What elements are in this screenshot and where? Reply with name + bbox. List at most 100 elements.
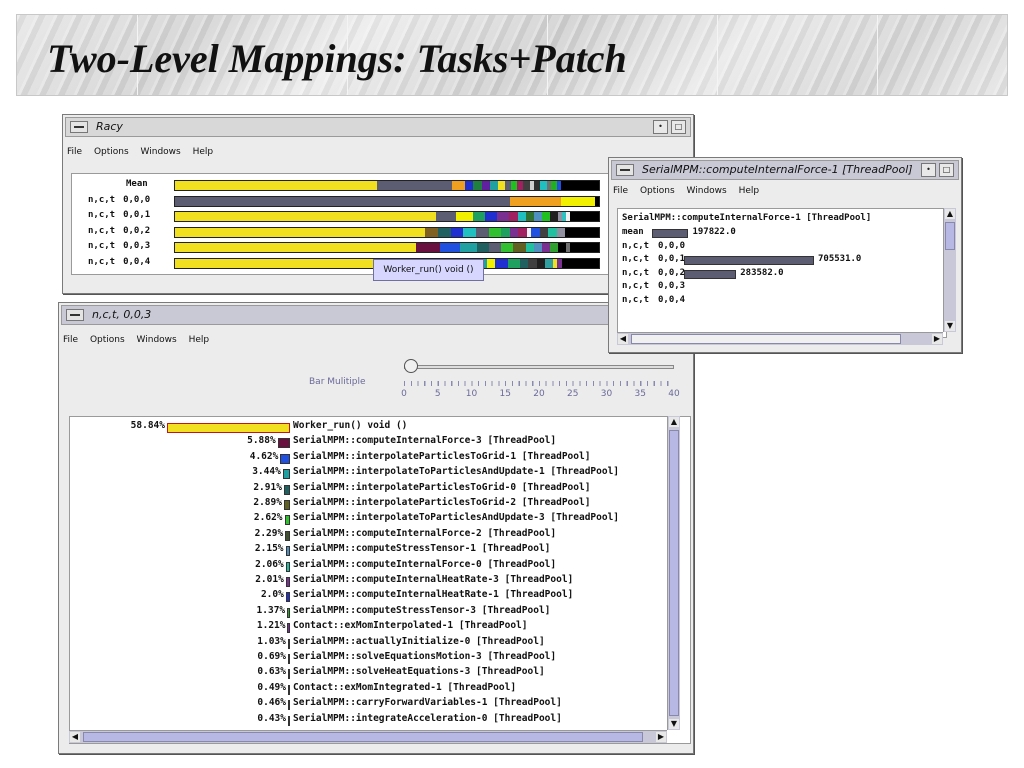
scroll-down-icon[interactable]: ▼	[945, 321, 955, 331]
menu-help[interactable]: Help	[193, 147, 214, 157]
maximize-icon[interactable]: □	[671, 120, 686, 134]
bar-segment[interactable]	[518, 227, 527, 237]
table-row[interactable]: 2.29% SerialMPM::computeInternalForce-2 […	[70, 528, 670, 543]
thread-titlebar[interactable]: n,c,t, 0,0,3	[61, 305, 691, 325]
row-bar[interactable]	[282, 469, 290, 480]
bar-segment[interactable]	[528, 258, 537, 268]
function-row[interactable]: n,c,t 0,0,3	[622, 281, 942, 294]
table-row[interactable]: 4.62% SerialMPM::interpolateParticlesToGr…	[70, 451, 670, 466]
bar-segment[interactable]	[536, 258, 545, 268]
row-bar[interactable]	[287, 638, 290, 649]
row-bar[interactable]	[284, 515, 290, 526]
bar-segment[interactable]	[570, 243, 599, 252]
row-bar[interactable]	[283, 484, 290, 495]
bar-segment[interactable]	[501, 243, 514, 252]
bar-segment[interactable]	[489, 181, 499, 190]
table-row[interactable]: 2.01% SerialMPM::computeInternalHeatRate-…	[70, 574, 670, 589]
bar-segment[interactable]	[440, 243, 461, 252]
bar-segment[interactable]	[507, 258, 521, 268]
bar-segment[interactable]	[539, 227, 549, 237]
scroll-thumb[interactable]	[945, 222, 955, 250]
bar-segment[interactable]	[472, 212, 485, 221]
bar-segment[interactable]	[452, 181, 465, 190]
bar-segment[interactable]	[531, 227, 540, 237]
bar-segment[interactable]	[541, 212, 551, 221]
row-bar[interactable]	[288, 669, 290, 680]
function-row[interactable]: n,c,t 0,0,0	[622, 241, 942, 254]
bar-segment[interactable]	[488, 243, 502, 252]
bar-segment[interactable]	[533, 243, 542, 252]
table-row[interactable]: 5.88% SerialMPM::computeInternalForce-3 […	[70, 435, 670, 450]
table-row[interactable]: 0.46% SerialMPM::carryForwardVariables-1 …	[70, 697, 670, 712]
function-row[interactable]: n,c,t 0,0,2 283582.0	[622, 268, 942, 281]
value-bar[interactable]	[684, 269, 737, 279]
racy-profile-bar[interactable]	[174, 211, 600, 222]
scroll-up-icon[interactable]: ▲	[669, 417, 679, 427]
bar-segment[interactable]	[175, 227, 426, 237]
table-row[interactable]: 2.15% SerialMPM::computeStressTensor-1 [T…	[70, 543, 670, 558]
function-row[interactable]: n,c,t 0,0,4	[622, 295, 942, 308]
scroll-thumb[interactable]	[631, 334, 901, 344]
row-bar[interactable]	[280, 453, 290, 464]
bar-segment[interactable]	[415, 243, 441, 252]
function-horizontal-scrollbar[interactable]: ◀ ▶	[617, 332, 943, 345]
table-row[interactable]: 2.06% SerialMPM::computeInternalForce-0 […	[70, 559, 670, 574]
thread-vertical-scrollbar[interactable]: ▲ ▼	[667, 416, 680, 730]
window-menu-icon[interactable]	[66, 309, 84, 321]
bar-segment[interactable]	[513, 243, 526, 252]
bar-segment[interactable]	[488, 227, 502, 237]
bar-segment[interactable]	[520, 258, 529, 268]
scroll-right-icon[interactable]: ▶	[656, 732, 666, 742]
bar-segment[interactable]	[541, 243, 551, 252]
bar-segment[interactable]	[525, 212, 534, 221]
bar-segment[interactable]	[425, 227, 438, 237]
bar-segment[interactable]	[545, 258, 554, 268]
bar-segment[interactable]	[481, 181, 490, 190]
minimize-icon[interactable]: •	[921, 163, 936, 177]
menu-help[interactable]: Help	[739, 186, 760, 196]
bar-segment[interactable]	[564, 227, 599, 237]
bar-segment[interactable]	[450, 227, 464, 237]
bar-segment[interactable]	[558, 243, 567, 252]
table-row[interactable]: 0.63% SerialMPM::solveHeatEquations-3 [Th…	[70, 666, 670, 681]
row-bar[interactable]	[288, 700, 290, 711]
bar-segment[interactable]	[495, 258, 508, 268]
function-titlebar[interactable]: SerialMPM::computeInternalForce-1 [Threa…	[611, 160, 959, 180]
bar-segment[interactable]	[594, 196, 599, 206]
table-row[interactable]: 1.37% SerialMPM::computeStressTensor-3 [T…	[70, 605, 670, 620]
bar-segment[interactable]	[560, 196, 595, 206]
bar-segment[interactable]	[550, 243, 559, 252]
value-bar[interactable]	[684, 256, 814, 266]
bar-segment[interactable]	[533, 212, 542, 221]
table-row[interactable]: 2.0% SerialMPM::computeInternalHeatRate-1…	[70, 589, 670, 604]
bar-segment[interactable]	[175, 212, 436, 221]
menu-options[interactable]: Options	[90, 335, 125, 345]
bar-segment[interactable]	[435, 212, 457, 221]
row-bar[interactable]	[288, 684, 290, 695]
table-row[interactable]: 1.03% SerialMPM::actuallyInitialize-0 [Th…	[70, 636, 670, 651]
racy-profile-bar[interactable]	[174, 195, 600, 207]
row-bar[interactable]	[287, 623, 290, 634]
function-row[interactable]: n,c,t 0,0,1 705531.0	[622, 254, 942, 267]
table-row[interactable]: 2.62% SerialMPM::interpolateToParticlesAn…	[70, 512, 670, 527]
menu-windows[interactable]: Windows	[687, 186, 727, 196]
racy-profile-bar[interactable]	[174, 180, 600, 191]
bar-segment[interactable]	[476, 227, 489, 237]
scroll-thumb[interactable]	[669, 430, 679, 716]
thread-horizontal-scrollbar[interactable]: ◀ ▶	[69, 730, 667, 743]
value-bar[interactable]	[652, 229, 689, 238]
table-row[interactable]: 0.49% Contact::exMomIntegrated-1 [ThreadP…	[70, 682, 670, 697]
bar-segment[interactable]	[473, 181, 482, 190]
menu-help[interactable]: Help	[189, 335, 210, 345]
bar-segment[interactable]	[517, 212, 526, 221]
table-row[interactable]: 0.69% SerialMPM::solveEquationsMotion-3 […	[70, 651, 670, 666]
table-row[interactable]: 2.89% SerialMPM::interpolateParticlesToGr…	[70, 497, 670, 512]
bar-segment[interactable]	[570, 212, 599, 221]
racy-titlebar[interactable]: Racy • □	[65, 117, 691, 137]
menu-options[interactable]: Options	[640, 186, 675, 196]
bar-segment[interactable]	[497, 212, 510, 221]
row-bar[interactable]	[288, 654, 290, 664]
menu-windows[interactable]: Windows	[137, 335, 177, 345]
bar-segment[interactable]	[476, 243, 489, 252]
bar-segment[interactable]	[561, 181, 599, 190]
